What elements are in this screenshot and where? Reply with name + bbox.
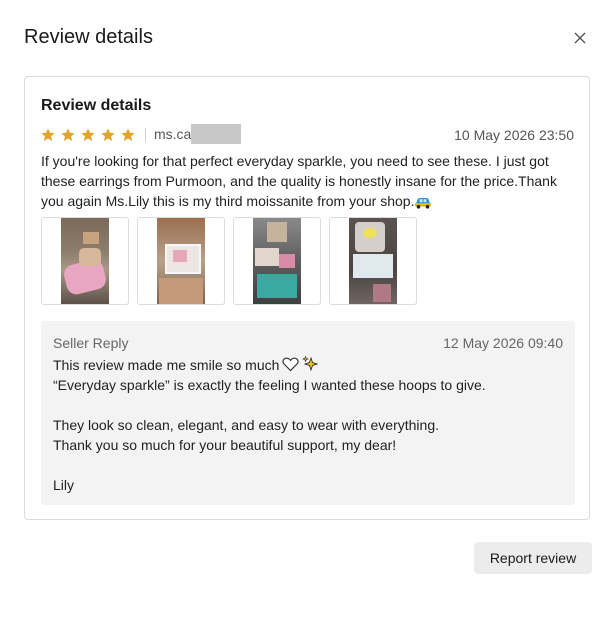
- reply-line: This review made me smile so much: [53, 355, 563, 375]
- review-photo-2[interactable]: [137, 217, 225, 305]
- reply-line: Lily: [53, 477, 75, 493]
- star-icon: [101, 128, 115, 141]
- review-card-title: Review details: [41, 97, 152, 114]
- reply-line: Thank you so much for your beautiful sup…: [53, 437, 397, 453]
- car-emoji: [415, 198, 432, 209]
- review-photos: [41, 217, 417, 305]
- sparkles-icon: [302, 356, 319, 372]
- review-photo-3[interactable]: [233, 217, 321, 305]
- reply-line: [53, 455, 563, 475]
- review-photo-1[interactable]: [41, 217, 129, 305]
- review-date: 10 May 2026 23:50: [454, 127, 574, 143]
- reply-line: [53, 395, 563, 415]
- close-icon: [574, 32, 586, 44]
- star-icon: [81, 128, 95, 141]
- close-button[interactable]: [570, 28, 590, 48]
- dialog-title: Review details: [24, 26, 153, 48]
- review-body-text: If you're looking for that perfect every…: [41, 153, 557, 209]
- seller-reply-date: 12 May 2026 09:40: [443, 335, 563, 351]
- photo-thumbnail: [253, 218, 301, 304]
- photo-thumbnail: [349, 218, 397, 304]
- reviewer-name: ms.ca: [154, 126, 192, 142]
- reply-line: “Everyday sparkle” is exactly the feelin…: [53, 377, 486, 393]
- review-card: Review details ms.ca 10 May 2026 23:50 I…: [24, 76, 590, 520]
- seller-reply-body: This review made me smile so much “Every…: [53, 355, 563, 495]
- star-icon: [61, 128, 75, 141]
- star-icon: [121, 128, 135, 141]
- divider: [145, 128, 146, 142]
- star-icon: [41, 128, 55, 141]
- review-photo-4[interactable]: [329, 217, 417, 305]
- review-text: If you're looking for that perfect every…: [41, 151, 581, 211]
- photo-thumbnail: [61, 218, 109, 304]
- photo-thumbnail: [157, 218, 205, 304]
- seller-reply-label: Seller Reply: [53, 335, 129, 351]
- reply-line-text: This review made me smile so much: [53, 357, 280, 373]
- redacted-name-mask: [191, 124, 241, 144]
- seller-reply: Seller Reply 12 May 2026 09:40 This revi…: [41, 321, 575, 505]
- reply-line: They look so clean, elegant, and easy to…: [53, 417, 439, 433]
- report-review-button[interactable]: Report review: [474, 542, 592, 574]
- white-heart-icon: [282, 357, 300, 372]
- star-rating: [40, 127, 136, 143]
